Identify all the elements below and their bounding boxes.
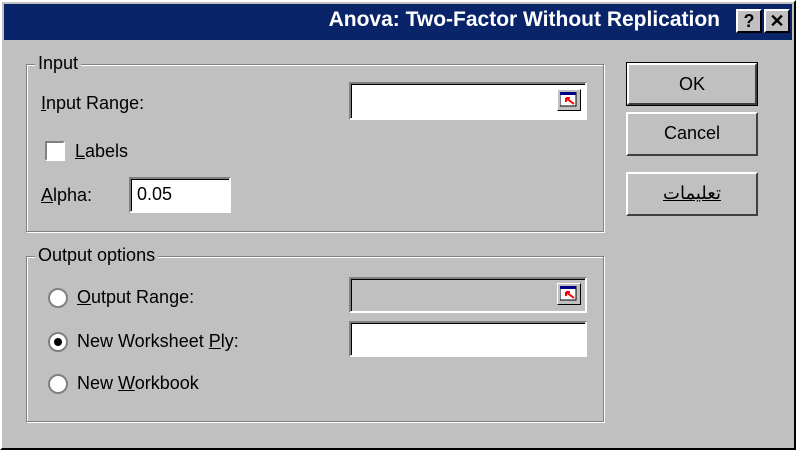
output-options-legend: Output options [35, 245, 159, 266]
input-group: Input Input Range: Labels Alpha: 0.05 [26, 53, 604, 232]
labels-checkbox[interactable] [45, 141, 65, 161]
labels-checkbox-label[interactable]: Labels [75, 141, 128, 162]
output-options-group: Output options Output Range: New Workshe… [26, 245, 604, 422]
new-worksheet-label[interactable]: New Worksheet Ply: [77, 331, 239, 352]
output-range-radio[interactable] [47, 287, 69, 309]
input-range-label: Input Range: [41, 93, 145, 113]
alpha-field[interactable]: 0.05 [129, 177, 231, 213]
title-bar[interactable]: Anova: Two-Factor Without Replication ? … [4, 4, 792, 40]
help-title-button[interactable]: ? [736, 9, 762, 33]
collapse-dialog-icon [560, 92, 577, 107]
output-range-picker-button[interactable] [557, 283, 581, 305]
dialog-title: Anova: Two-Factor Without Replication [328, 8, 720, 31]
close-icon: ✕ [769, 11, 785, 31]
collapse-dialog-icon [560, 286, 577, 301]
output-range-field[interactable] [349, 277, 587, 313]
ok-button-focus-frame: OK [626, 62, 758, 106]
input-range-field[interactable] [349, 82, 587, 120]
close-title-button[interactable]: ✕ [764, 9, 790, 33]
cancel-button[interactable]: Cancel [626, 112, 758, 156]
input-group-legend: Input [35, 53, 82, 74]
new-workbook-label[interactable]: New Workbook [77, 373, 199, 394]
new-workbook-radio[interactable] [47, 373, 69, 395]
anova-dialog: Anova: Two-Factor Without Replication ? … [0, 0, 796, 450]
question-mark-icon: ? [743, 11, 755, 31]
new-worksheet-radio[interactable] [47, 331, 69, 353]
ok-button[interactable]: OK [627, 63, 757, 105]
help-button[interactable]: تعليمات [626, 172, 758, 216]
alpha-label: Alpha: [41, 185, 93, 205]
new-worksheet-field[interactable] [349, 321, 587, 357]
input-range-picker-button[interactable] [557, 89, 581, 111]
output-range-label[interactable]: Output Range: [77, 287, 194, 308]
